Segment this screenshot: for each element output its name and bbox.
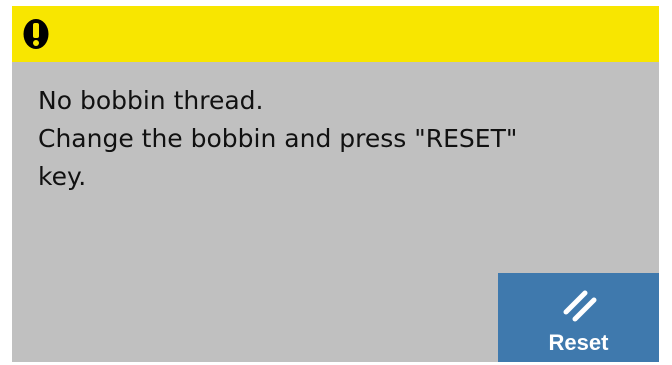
message-line-2: Change the bobbin and press "RESET" bbox=[38, 124, 518, 153]
reset-label: Reset bbox=[548, 330, 609, 355]
reset-slashes-icon bbox=[563, 290, 597, 322]
error-message: No bobbin thread. Change the bobbin and … bbox=[38, 82, 648, 196]
error-dialog: No bobbin thread. Change the bobbin and … bbox=[12, 6, 659, 362]
message-line-3: key. bbox=[38, 162, 87, 191]
message-line-1: No bobbin thread. bbox=[38, 86, 264, 115]
warning-header bbox=[12, 6, 659, 62]
reset-button[interactable]: Reset bbox=[498, 273, 659, 362]
exclamation-warning-icon bbox=[23, 19, 49, 49]
